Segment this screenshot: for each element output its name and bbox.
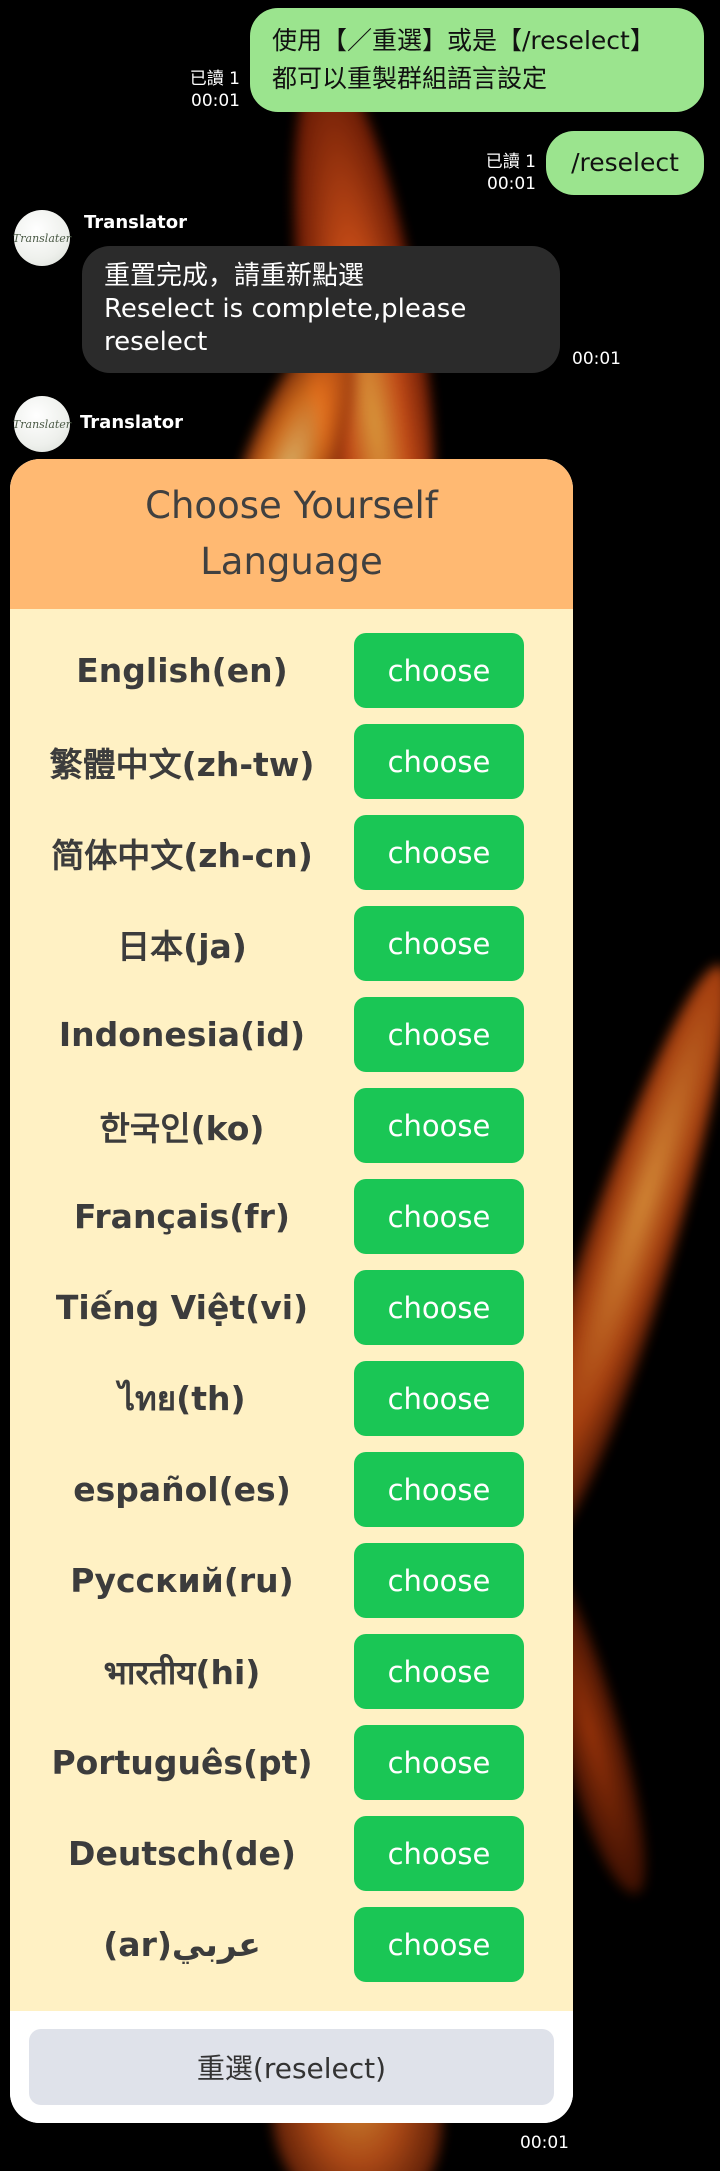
outgoing-message: 已讀 1 00:01 使用【／重選】或是【/reselect】 都可以重製群組語…: [190, 8, 704, 112]
message-text: /reselect: [571, 148, 679, 177]
choose-button[interactable]: choose: [354, 724, 524, 799]
language-name: عربي(ar): [103, 1925, 261, 1964]
message-meta: 已讀 1 00:01: [190, 68, 240, 112]
choose-button[interactable]: choose: [354, 1270, 524, 1345]
bot-avatar[interactable]: Translater: [12, 396, 72, 452]
reply-line: 重置完成，請重新點選: [104, 261, 365, 291]
language-name: Português(pt): [51, 1743, 313, 1782]
outgoing-message: 已讀 1 00:01 /reselect: [486, 131, 704, 195]
language-row: Русский(ru) choose: [10, 1535, 573, 1626]
choose-button[interactable]: choose: [354, 1452, 524, 1527]
chat-area: 已讀 1 00:01 使用【／重選】或是【/reselect】 都可以重製群組語…: [0, 0, 720, 2171]
language-row: English(en) choose: [10, 625, 573, 716]
choose-button[interactable]: choose: [354, 997, 524, 1072]
choose-button[interactable]: choose: [354, 1179, 524, 1254]
language-row: Deutsch(de) choose: [10, 1808, 573, 1899]
language-row: Indonesia(id) choose: [10, 989, 573, 1080]
choose-button[interactable]: choose: [354, 1088, 524, 1163]
choose-button[interactable]: choose: [354, 1634, 524, 1709]
reselect-button[interactable]: 重選(reselect): [29, 2029, 554, 2105]
language-row: Tiếng Việt(vi) choose: [10, 1262, 573, 1353]
choose-button[interactable]: choose: [354, 1543, 524, 1618]
choose-button[interactable]: choose: [354, 815, 524, 890]
message-time: 00:01: [487, 174, 536, 194]
language-name: Русский(ru): [70, 1561, 294, 1600]
bot-avatar[interactable]: Translater: [12, 210, 72, 266]
reply-line: Reselect is complete,please: [104, 294, 467, 324]
language-name: Deutsch(de): [68, 1834, 296, 1873]
read-receipt: 已讀 1: [189, 69, 240, 89]
sender-name: Translator: [84, 212, 188, 233]
language-row: 繁體中文(zh-tw) choose: [10, 716, 573, 807]
language-row: भारतीय(hi) choose: [10, 1626, 573, 1717]
choose-button[interactable]: choose: [354, 1361, 524, 1436]
read-receipt: 已讀 1: [485, 152, 536, 172]
choose-button[interactable]: choose: [354, 1725, 524, 1800]
language-name: भारतीय(hi): [103, 1653, 261, 1692]
language-select-card: Choose Yourself Language English(en) choo…: [10, 459, 573, 2123]
choose-button[interactable]: choose: [354, 1816, 524, 1891]
language-name: español(es): [73, 1470, 291, 1509]
avatar-text: Translater: [12, 417, 72, 431]
reply-line: reselect: [104, 327, 208, 357]
language-name: English(en): [76, 651, 288, 690]
card-header: Choose Yourself Language: [10, 459, 573, 609]
message-line: 使用【／重選】或是【/reselect】: [272, 26, 655, 55]
language-row: Français(fr) choose: [10, 1171, 573, 1262]
message-bubble[interactable]: /reselect: [546, 131, 704, 195]
card-title: Choose Yourself Language: [145, 484, 438, 583]
choose-button[interactable]: choose: [354, 633, 524, 708]
card-footer: 重選(reselect): [10, 2011, 573, 2123]
language-row: عربي(ar) choose: [10, 1899, 573, 1990]
language-name: 繁體中文(zh-tw): [49, 744, 315, 784]
language-row: Português(pt) choose: [10, 1717, 573, 1808]
choose-button[interactable]: choose: [354, 906, 524, 981]
message-time: 00:01: [191, 91, 240, 111]
language-name: 日本(ja): [117, 926, 247, 966]
language-list: English(en) choose 繁體中文(zh-tw) choose 简体中文(z…: [10, 609, 573, 2011]
language-row: español(es) choose: [10, 1444, 573, 1535]
message-bubble[interactable]: 使用【／重選】或是【/reselect】 都可以重製群組語言設定: [250, 8, 704, 112]
reply-bubble[interactable]: 重置完成，請重新點選 Reselect is complete,please r…: [82, 246, 560, 373]
language-name: Tiếng Việt(vi): [55, 1288, 309, 1327]
language-name: Français(fr): [73, 1197, 291, 1236]
language-name: 简体中文(zh-cn): [51, 835, 313, 875]
reply-time: 00:01: [572, 349, 621, 369]
language-name: 한국인(ko): [99, 1108, 265, 1148]
language-row: 简体中文(zh-cn) choose: [10, 807, 573, 898]
message-meta: 已讀 1 00:01: [486, 151, 536, 195]
language-row: 한국인(ko) choose: [10, 1080, 573, 1171]
avatar-text: Translater: [12, 231, 72, 245]
language-row: ไทย(th) choose: [10, 1353, 573, 1444]
choose-button[interactable]: choose: [354, 1907, 524, 1982]
message-line: 都可以重製群組語言設定: [272, 64, 548, 93]
card-time: 00:01: [520, 2133, 569, 2153]
language-row: 日本(ja) choose: [10, 898, 573, 989]
language-name: Indonesia(id): [58, 1015, 306, 1054]
language-name: ไทย(th): [118, 1379, 246, 1418]
sender-name: Translator: [80, 412, 184, 433]
